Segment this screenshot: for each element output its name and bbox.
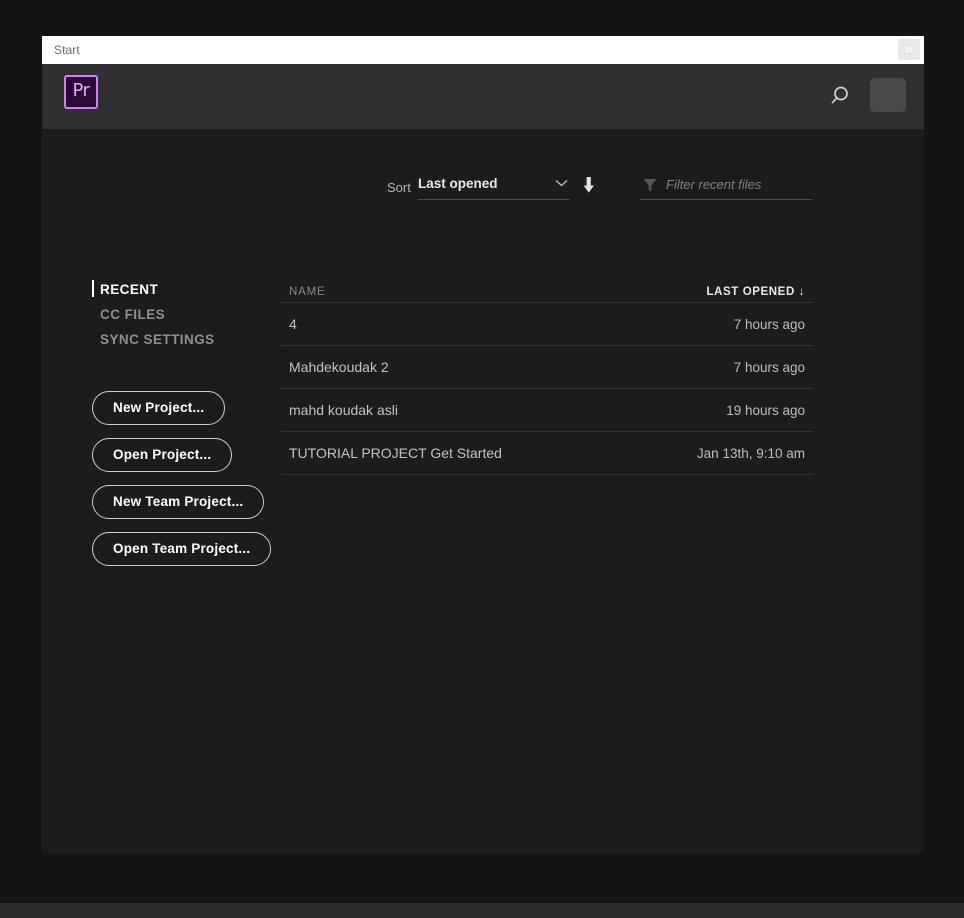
- file-last-opened: 7 hours ago: [733, 359, 805, 375]
- window-control-button[interactable]: [898, 39, 920, 60]
- filter-placeholder-text: Filter recent files: [666, 177, 762, 192]
- premiere-pro-logo-text: Pr: [72, 80, 90, 101]
- tab-start[interactable]: Start: [54, 43, 80, 57]
- table-header-row: NAME LAST OPENED ↓: [281, 277, 813, 303]
- open-project-button[interactable]: Open Project...: [92, 438, 233, 472]
- restore-window-icon: [904, 45, 914, 54]
- bottom-strip: [0, 903, 964, 918]
- premiere-pro-start-window: Start Pr Sort Last opened Filter recent …: [42, 36, 924, 853]
- column-header-name[interactable]: NAME: [289, 286, 325, 298]
- start-content: Sort Last opened Filter recent files REC…: [42, 129, 924, 853]
- sidebar-item-label: RECENT: [100, 282, 159, 297]
- sidebar-item-cc-files[interactable]: CC FILES: [92, 302, 292, 327]
- open-team-project-button[interactable]: Open Team Project...: [92, 532, 272, 566]
- sort-dropdown[interactable]: Last opened: [418, 173, 570, 200]
- file-name: Mahdekoudak 2: [289, 359, 389, 375]
- new-project-button[interactable]: New Project...: [92, 391, 226, 425]
- chevron-down-icon: [555, 179, 568, 187]
- user-avatar[interactable]: [870, 78, 906, 112]
- sidebar-item-sync-settings[interactable]: SYNC SETTINGS: [92, 327, 292, 352]
- screen: Start Pr Sort Last opened Filter recent …: [0, 0, 964, 918]
- search-icon: [831, 86, 848, 104]
- file-last-opened: Jan 13th, 9:10 am: [696, 445, 805, 461]
- sort-label: Sort: [387, 180, 411, 195]
- project-actions: New Project... Open Project... New Team …: [92, 391, 272, 579]
- table-row[interactable]: Mahdekoudak 2 7 hours ago: [281, 346, 813, 389]
- filter-recent-files-input[interactable]: Filter recent files: [640, 173, 812, 200]
- table-row[interactable]: mahd koudak asli 19 hours ago: [281, 389, 813, 432]
- sort-selected-value: Last opened: [418, 176, 498, 191]
- arrow-down-icon: [583, 177, 594, 193]
- table-row[interactable]: 4 7 hours ago: [281, 303, 813, 346]
- file-name: 4: [289, 316, 297, 332]
- column-header-last-opened[interactable]: LAST OPENED ↓: [706, 286, 805, 298]
- file-last-opened: 19 hours ago: [726, 402, 805, 418]
- premiere-pro-logo: Pr: [64, 75, 98, 109]
- sidebar-item-recent[interactable]: RECENT: [92, 277, 292, 302]
- sidebar-item-label: CC FILES: [100, 307, 166, 322]
- table-row[interactable]: TUTORIAL PROJECT Get Started Jan 13th, 9…: [281, 432, 813, 475]
- file-last-opened: 7 hours ago: [733, 316, 805, 332]
- sidebar-item-label: SYNC SETTINGS: [100, 332, 215, 347]
- tab-strip: Start: [42, 36, 924, 64]
- search-button[interactable]: [826, 83, 852, 109]
- app-header: Pr: [42, 64, 924, 129]
- sort-filter-toolbar: Sort Last opened Filter recent files: [42, 129, 924, 209]
- file-name: TUTORIAL PROJECT Get Started: [289, 445, 502, 461]
- sort-direction-button[interactable]: [578, 174, 600, 196]
- sidebar-nav: RECENT CC FILES SYNC SETTINGS: [92, 277, 292, 352]
- new-team-project-button[interactable]: New Team Project...: [92, 485, 265, 519]
- funnel-icon: [643, 179, 657, 192]
- recent-files-table: NAME LAST OPENED ↓ 4 7 hours ago Mahdeko…: [281, 277, 813, 475]
- file-name: mahd koudak asli: [289, 402, 398, 418]
